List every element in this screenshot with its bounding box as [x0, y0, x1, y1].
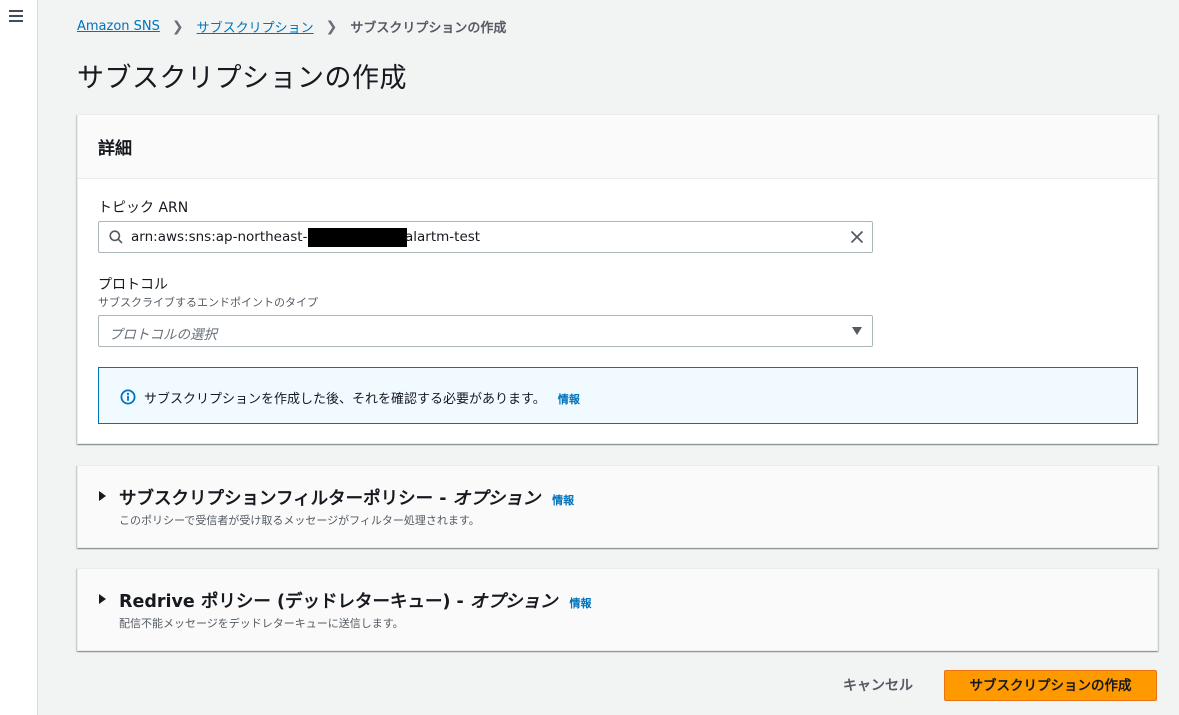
- redrive-policy-optional: オプション: [469, 592, 558, 612]
- hamburger-menu-icon[interactable]: [9, 9, 25, 23]
- page-title: サブスクリプションの作成: [77, 63, 407, 94]
- topic-arn-value-prefix: arn:aws:sns:ap-northeast-1:: [131, 229, 321, 245]
- alert-info-link[interactable]: 情報: [558, 393, 580, 406]
- breadcrumb: Amazon SNS ❯ サブスクリプション ❯ サブスクリプションの作成: [77, 17, 507, 37]
- breadcrumb-link-subscriptions[interactable]: サブスクリプション: [197, 17, 314, 36]
- info-alert: サブスクリプションを作成した後、それを確認する必要があります。 情報: [98, 367, 1138, 424]
- filter-policy-optional: オプション: [452, 489, 541, 509]
- redrive-policy-info-link[interactable]: 情報: [570, 597, 592, 610]
- alert-text: サブスクリプションを作成した後、それを確認する必要があります。: [144, 392, 546, 407]
- caret-right-icon[interactable]: [99, 594, 106, 604]
- topic-arn-label: トピック ARN: [98, 200, 189, 216]
- breadcrumb-current: サブスクリプションの作成: [350, 21, 507, 36]
- main-content: Amazon SNS ❯ サブスクリプション ❯ サブスクリプションの作成 サブ…: [38, 0, 1179, 715]
- filter-policy-title: サブスクリプションフィルターポリシー -: [119, 489, 453, 509]
- redrive-policy-description: 配信不能メッセージをデッドレターキューに送信します。: [119, 617, 404, 630]
- create-subscription-button[interactable]: サブスクリプションの作成: [944, 670, 1157, 701]
- redacted-account-id: [308, 228, 407, 247]
- filter-policy-section[interactable]: サブスクリプションフィルターポリシー - オプション 情報 このポリシーで受信者…: [77, 465, 1158, 548]
- redrive-policy-heading[interactable]: Redrive ポリシー (デッドレターキュー) - オプション 情報: [119, 588, 592, 613]
- alert-message: サブスクリプションを作成した後、それを確認する必要があります。 情報: [144, 388, 580, 407]
- filter-policy-info-link[interactable]: 情報: [552, 494, 574, 507]
- topic-arn-input[interactable]: arn:aws:sns:ap-northeast-1: alartm-test: [98, 221, 873, 253]
- info-circle-icon: [120, 389, 136, 405]
- caret-right-icon[interactable]: [99, 491, 106, 501]
- filter-policy-description: このポリシーで受信者が受け取るメッセージがフィルター処理されます。: [119, 514, 480, 527]
- protocol-placeholder: プロトコルの選択: [109, 327, 217, 343]
- details-header: 詳細: [78, 115, 1157, 179]
- protocol-description: サブスクライブするエンドポイントのタイプ: [98, 296, 318, 309]
- redrive-policy-section[interactable]: Redrive ポリシー (デッドレターキュー) - オプション 情報 配信不能…: [77, 568, 1158, 651]
- details-panel: 詳細 トピック ARN arn:aws:sns:ap-northeast-1: …: [77, 114, 1158, 444]
- protocol-label: プロトコル: [98, 277, 168, 293]
- caret-down-icon: [852, 327, 862, 335]
- filter-policy-heading[interactable]: サブスクリプションフィルターポリシー - オプション 情報: [119, 485, 574, 510]
- redrive-policy-title: Redrive ポリシー (デッドレターキュー) -: [119, 592, 470, 612]
- topic-arn-value-suffix: alartm-test: [405, 229, 481, 245]
- cancel-button[interactable]: キャンセル: [833, 670, 923, 701]
- side-navigation-rail: [0, 0, 38, 715]
- chevron-right-icon: ❯: [325, 18, 338, 35]
- chevron-right-icon: ❯: [171, 18, 184, 35]
- search-icon: [109, 230, 123, 244]
- protocol-select[interactable]: プロトコルの選択: [98, 315, 873, 347]
- breadcrumb-link-sns[interactable]: Amazon SNS: [77, 19, 160, 34]
- close-icon[interactable]: [850, 230, 864, 244]
